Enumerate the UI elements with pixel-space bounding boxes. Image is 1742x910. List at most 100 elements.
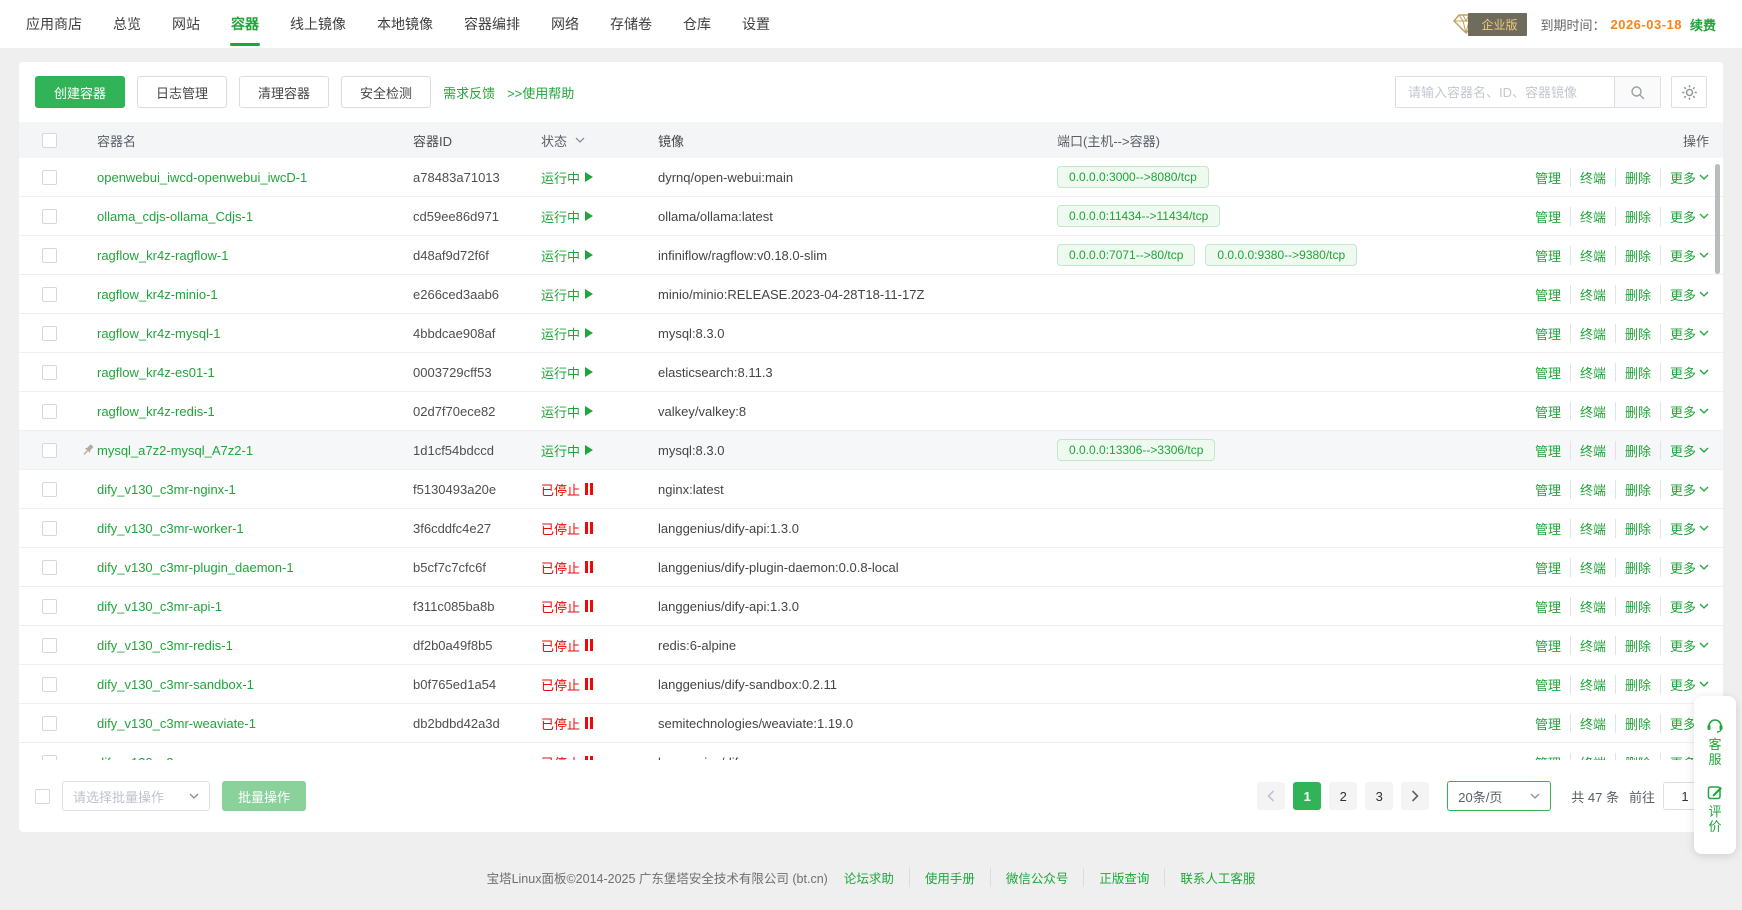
row-action-terminal[interactable]: 终端 [1570,324,1606,343]
row-action-delete[interactable]: 删除 [1615,441,1651,460]
log-manage-button[interactable]: 日志管理 [137,76,227,108]
row-action-more[interactable]: 更多 [1660,519,1709,538]
scrollbar-thumb[interactable] [1715,164,1720,274]
prev-page-button[interactable] [1257,782,1285,810]
row-action-terminal[interactable]: 终端 [1570,441,1606,460]
footer-link-1[interactable]: 论坛求助 [844,868,894,887]
container-name-link[interactable]: ragflow_kr4z-ragflow-1 [97,248,229,263]
row-action-manage[interactable]: 管理 [1535,558,1561,577]
row-action-delete[interactable]: 删除 [1615,753,1651,761]
row-action-manage[interactable]: 管理 [1535,519,1561,538]
help-link[interactable]: >>使用帮助 [507,83,574,102]
page-button-2[interactable]: 2 [1329,782,1357,810]
row-action-delete[interactable]: 删除 [1615,480,1651,499]
container-name-link[interactable]: ollama_cdjs-ollama_Cdjs-1 [97,209,253,224]
container-name-link[interactable]: dify_v130_c3mr-sandbox-1 [97,677,254,692]
batch-action-button[interactable]: 批量操作 [222,781,306,811]
row-action-manage[interactable]: 管理 [1535,402,1561,421]
row-action-manage[interactable]: 管理 [1535,168,1561,187]
renew-link[interactable]: 续费 [1690,15,1716,34]
container-name-link[interactable]: openwebui_iwcd-openwebui_iwcD-1 [97,170,307,185]
row-action-terminal[interactable]: 终端 [1570,363,1606,382]
row-action-more[interactable]: 更多 [1660,441,1709,460]
clean-container-button[interactable]: 清理容器 [239,76,329,108]
row-action-delete[interactable]: 删除 [1615,363,1651,382]
footer-link-3[interactable]: 微信公众号 [990,868,1069,887]
row-action-manage[interactable]: 管理 [1535,714,1561,733]
footer-link-4[interactable]: 正版查询 [1083,868,1149,887]
row-action-delete[interactable]: 删除 [1615,285,1651,304]
row-action-delete[interactable]: 删除 [1615,675,1651,694]
nav-tab-4[interactable]: 容器 [231,0,259,48]
row-action-terminal[interactable]: 终端 [1570,246,1606,265]
row-checkbox[interactable] [42,287,57,302]
row-action-manage[interactable]: 管理 [1535,753,1561,761]
header-status-filter[interactable]: 状态 [525,131,641,150]
row-action-manage[interactable]: 管理 [1535,597,1561,616]
row-action-more[interactable]: 更多 [1660,480,1709,499]
row-action-terminal[interactable]: 终端 [1570,714,1606,733]
row-checkbox[interactable] [42,170,57,185]
row-action-more[interactable]: 更多 [1660,636,1709,655]
row-checkbox[interactable] [42,443,57,458]
page-button-3[interactable]: 3 [1365,782,1393,810]
create-container-button[interactable]: 创建容器 [35,76,125,108]
row-action-manage[interactable]: 管理 [1535,480,1561,499]
row-action-delete[interactable]: 删除 [1615,168,1651,187]
container-name-link[interactable]: dify_v130_c3mr-api-1 [97,599,222,614]
nav-tab-3[interactable]: 网站 [172,0,200,48]
nav-tab-2[interactable]: 总览 [113,0,141,48]
container-name-link[interactable]: ragflow_kr4z-minio-1 [97,287,218,302]
container-name-link[interactable]: mysql_a7z2-mysql_A7z2-1 [97,443,253,458]
row-action-delete[interactable]: 删除 [1615,558,1651,577]
row-action-terminal[interactable]: 终端 [1570,402,1606,421]
row-action-more[interactable]: 更多 [1660,597,1709,616]
row-action-manage[interactable]: 管理 [1535,324,1561,343]
select-all-checkbox[interactable] [42,133,57,148]
batch-action-select[interactable]: 请选择批量操作 [62,781,210,811]
row-action-delete[interactable]: 删除 [1615,402,1651,421]
row-checkbox[interactable] [42,677,57,692]
row-checkbox[interactable] [42,365,57,380]
row-checkbox[interactable] [42,716,57,731]
row-action-manage[interactable]: 管理 [1535,285,1561,304]
next-page-button[interactable] [1401,782,1429,810]
row-action-more[interactable]: 更多 [1660,207,1709,226]
row-action-more[interactable]: 更多 [1660,558,1709,577]
container-name-link[interactable]: dify_v130_c3mr-… [97,755,206,761]
row-action-more[interactable]: 更多 [1660,402,1709,421]
row-action-terminal[interactable]: 终端 [1570,480,1606,499]
row-action-manage[interactable]: 管理 [1535,636,1561,655]
row-action-terminal[interactable]: 终端 [1570,597,1606,616]
row-checkbox[interactable] [42,482,57,497]
row-action-delete[interactable]: 删除 [1615,714,1651,733]
row-action-terminal[interactable]: 终端 [1570,168,1606,187]
nav-tab-7[interactable]: 容器编排 [464,0,520,48]
row-action-delete[interactable]: 删除 [1615,597,1651,616]
table-settings-button[interactable] [1671,76,1707,108]
container-name-link[interactable]: ragflow_kr4z-redis-1 [97,404,215,419]
nav-tab-6[interactable]: 本地镜像 [377,0,433,48]
row-action-delete[interactable]: 删除 [1615,636,1651,655]
customer-service-button[interactable]: 客服 [1706,717,1724,767]
row-checkbox[interactable] [42,638,57,653]
row-checkbox[interactable] [42,599,57,614]
row-action-more[interactable]: 更多 [1660,285,1709,304]
nav-tab-11[interactable]: 设置 [742,0,770,48]
row-action-more[interactable]: 更多 [1660,324,1709,343]
row-action-delete[interactable]: 删除 [1615,246,1651,265]
row-action-terminal[interactable]: 终端 [1570,558,1606,577]
container-name-link[interactable]: ragflow_kr4z-mysql-1 [97,326,221,341]
security-check-button[interactable]: 安全检测 [341,76,431,108]
footer-link-5[interactable]: 联系人工客服 [1164,868,1255,887]
row-action-more[interactable]: 更多 [1660,246,1709,265]
row-action-terminal[interactable]: 终端 [1570,519,1606,538]
nav-tab-5[interactable]: 线上镜像 [290,0,346,48]
row-checkbox[interactable] [42,248,57,263]
feedback-link[interactable]: 需求反馈 [443,83,495,102]
row-action-manage[interactable]: 管理 [1535,675,1561,694]
row-checkbox[interactable] [42,560,57,575]
row-checkbox[interactable] [42,521,57,536]
page-size-select[interactable]: 20条/页 [1447,781,1551,811]
row-action-terminal[interactable]: 终端 [1570,285,1606,304]
